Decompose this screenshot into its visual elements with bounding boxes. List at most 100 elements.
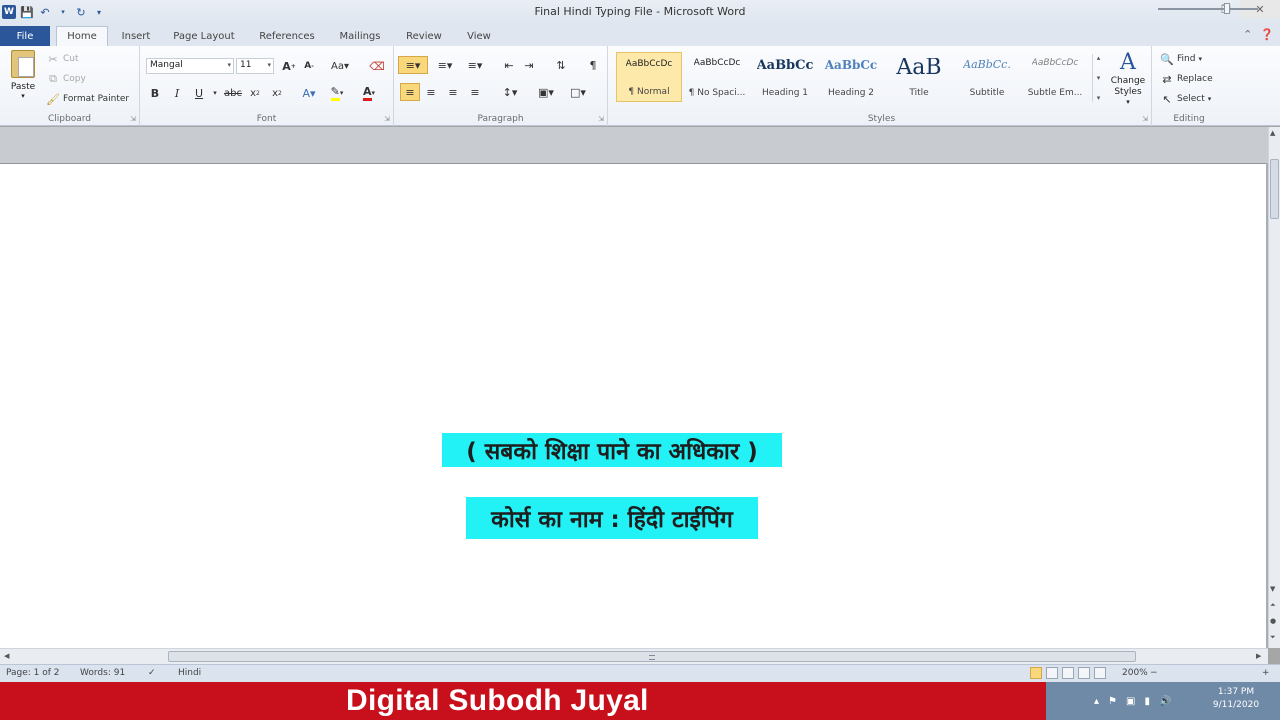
horizontal-scrollbar[interactable]: ◀ ▶ (0, 648, 1268, 664)
copy-button[interactable]: ⧉ Copy (46, 72, 86, 86)
flag-icon[interactable]: ⚑ (1108, 696, 1117, 707)
document-line-2[interactable]: कोर्स का नाम : हिंदी टाईपिंग (466, 497, 758, 539)
borders-icon[interactable]: □▾ (566, 83, 590, 101)
line-spacing-icon[interactable]: ↕▾ (498, 83, 522, 101)
paragraph-launcher-icon[interactable]: ⇲ (598, 115, 604, 123)
scroll-up-icon[interactable]: ▲ (1270, 129, 1275, 137)
numbering-icon[interactable]: ≡▾ (432, 56, 458, 74)
scroll-down-icon[interactable]: ▼ (1270, 585, 1275, 593)
font-color-icon[interactable]: A ▾ (358, 84, 380, 102)
superscript-icon[interactable]: x2 (268, 84, 286, 102)
taskbar-clock[interactable]: 1:37 PM 9/11/2020 (1200, 686, 1272, 712)
font-launcher-icon[interactable]: ⇲ (384, 115, 390, 123)
full-screen-reading-icon[interactable] (1046, 667, 1058, 679)
select-button[interactable]: ↖ Select ▾ (1160, 92, 1211, 106)
change-styles-button[interactable]: A Change Styles ▾ (1108, 50, 1148, 110)
style-heading-2[interactable]: AaBbCc Heading 2 (818, 52, 884, 102)
style-normal[interactable]: AaBbCcDc ¶ Normal (616, 52, 682, 102)
styles-scroll[interactable]: ▴ ▾ ▾ (1092, 54, 1104, 102)
format-painter-button[interactable]: 🖌 Format Painter (46, 92, 129, 106)
change-case-button[interactable]: Aa ▾ (328, 57, 352, 75)
tab-home[interactable]: Home (56, 26, 108, 46)
web-layout-icon[interactable] (1062, 667, 1074, 679)
tab-file[interactable]: File (0, 26, 50, 46)
vertical-scroll-thumb[interactable] (1270, 159, 1279, 219)
show-hidden-icons-icon[interactable]: ▴ (1094, 696, 1099, 707)
zoom-in-icon[interactable]: + (1262, 668, 1270, 678)
align-left-icon[interactable]: ≡ (400, 83, 420, 101)
increase-indent-icon[interactable]: ⇥ (520, 56, 538, 74)
tab-insert[interactable]: Insert (118, 26, 154, 46)
style-heading-1[interactable]: AaBbCc Heading 1 (752, 52, 818, 102)
more-styles-icon[interactable]: ▾ (1097, 94, 1101, 102)
justify-icon[interactable]: ≡ (466, 83, 484, 101)
vertical-scrollbar[interactable]: ▲ ▼ ⏶ ● ⏷ (1268, 127, 1280, 648)
zoom-slider-thumb[interactable] (1224, 3, 1230, 14)
ribbon-right-icons: ⌃ ❓ (1243, 28, 1274, 41)
font-size-combo[interactable]: 11 ▾ (236, 58, 274, 74)
volume-icon[interactable]: 🔊 (1159, 696, 1171, 707)
style-name: ¶ No Spaci... (688, 88, 746, 98)
align-right-icon[interactable]: ≡ (444, 83, 462, 101)
replace-button[interactable]: ⇄ Replace (1160, 72, 1212, 86)
tab-view[interactable]: View (460, 26, 498, 46)
print-layout-icon[interactable] (1030, 667, 1042, 679)
minimize-ribbon-icon[interactable]: ⌃ (1243, 28, 1252, 41)
font-name-combo[interactable]: Mangal ▾ (146, 58, 234, 74)
tab-page-layout[interactable]: Page Layout (170, 26, 238, 46)
underline-dropdown-icon[interactable]: ▾ (206, 84, 224, 102)
monitor-icon[interactable]: ▣ (1126, 696, 1135, 707)
sort-icon[interactable]: ⇅ (552, 56, 570, 74)
bold-icon[interactable]: B (146, 84, 164, 102)
show-formatting-icon[interactable]: ¶ (584, 56, 602, 74)
word-count[interactable]: Words: 91 (80, 668, 125, 678)
proofing-icon[interactable]: ✓ (148, 668, 156, 678)
next-page-icon[interactable]: ⏷ (1270, 633, 1276, 642)
style-title[interactable]: AaB Title (886, 52, 952, 102)
align-center-icon[interactable]: ≡ (422, 83, 440, 101)
style-preview: AaBbCcDc (625, 59, 673, 69)
styles-launcher-icon[interactable]: ⇲ (1142, 115, 1148, 123)
cut-button[interactable]: ✂ Cut (46, 52, 78, 66)
find-button[interactable]: 🔍 Find ▾ (1160, 52, 1202, 66)
help-icon[interactable]: ❓ (1260, 28, 1274, 41)
paste-button[interactable]: Paste ▾ (6, 50, 40, 102)
clipboard-launcher-icon[interactable]: ⇲ (130, 115, 136, 123)
draft-icon[interactable] (1094, 667, 1106, 679)
previous-page-icon[interactable]: ⏶ (1270, 601, 1276, 610)
document-page[interactable]: ( सबको शिक्षा पाने का अधिकार ) कोर्स का … (0, 163, 1266, 648)
multilevel-list-icon[interactable]: ≡▾ (462, 56, 488, 74)
outline-icon[interactable] (1078, 667, 1090, 679)
decrease-indent-icon[interactable]: ⇤ (500, 56, 518, 74)
clear-formatting-icon[interactable]: ⌫ (368, 57, 386, 75)
zoom-level[interactable]: 200% (1122, 668, 1148, 678)
browse-object-icon[interactable]: ● (1270, 617, 1276, 625)
tab-references[interactable]: References (254, 26, 320, 46)
shading-icon[interactable]: ▣▾ (534, 83, 558, 101)
shrink-font-icon[interactable]: A- (300, 57, 318, 75)
zoom-slider[interactable] (1158, 8, 1258, 10)
network-icon[interactable]: ▮ (1144, 696, 1150, 707)
text-effects-icon[interactable]: A▾ (300, 84, 318, 102)
bullets-icon[interactable]: ≡▾ (398, 56, 428, 74)
channel-banner: Digital Subodh Juyal (0, 682, 1046, 720)
subscript-icon[interactable]: x2 (246, 84, 264, 102)
page-count[interactable]: Page: 1 of 2 (6, 668, 60, 678)
chevron-up-icon[interactable]: ▴ (1097, 54, 1101, 62)
italic-icon[interactable]: I (168, 84, 186, 102)
language[interactable]: Hindi (178, 668, 201, 678)
highlight-color-icon[interactable]: ✎ ▾ (326, 84, 348, 102)
document-line-1[interactable]: ( सबको शिक्षा पाने का अधिकार ) (442, 433, 782, 467)
chevron-down-icon[interactable]: ▾ (1097, 74, 1101, 82)
zoom-out-icon[interactable]: − (1150, 668, 1158, 678)
tab-mailings[interactable]: Mailings (334, 26, 386, 46)
strikethrough-icon[interactable]: abc (224, 84, 242, 102)
style-subtle-emphasis[interactable]: AaBbCcDc Subtle Em... (1022, 52, 1088, 102)
grow-font-icon[interactable]: A + (280, 57, 298, 75)
scroll-right-icon[interactable]: ▶ (1256, 652, 1261, 660)
tab-review[interactable]: Review (400, 26, 448, 46)
style-no-spacing[interactable]: AaBbCcDc ¶ No Spaci... (684, 52, 750, 102)
style-subtitle[interactable]: AaBbCc. Subtitle (954, 52, 1020, 102)
scroll-left-icon[interactable]: ◀ (4, 652, 9, 660)
horizontal-scroll-thumb[interactable] (168, 651, 1136, 662)
